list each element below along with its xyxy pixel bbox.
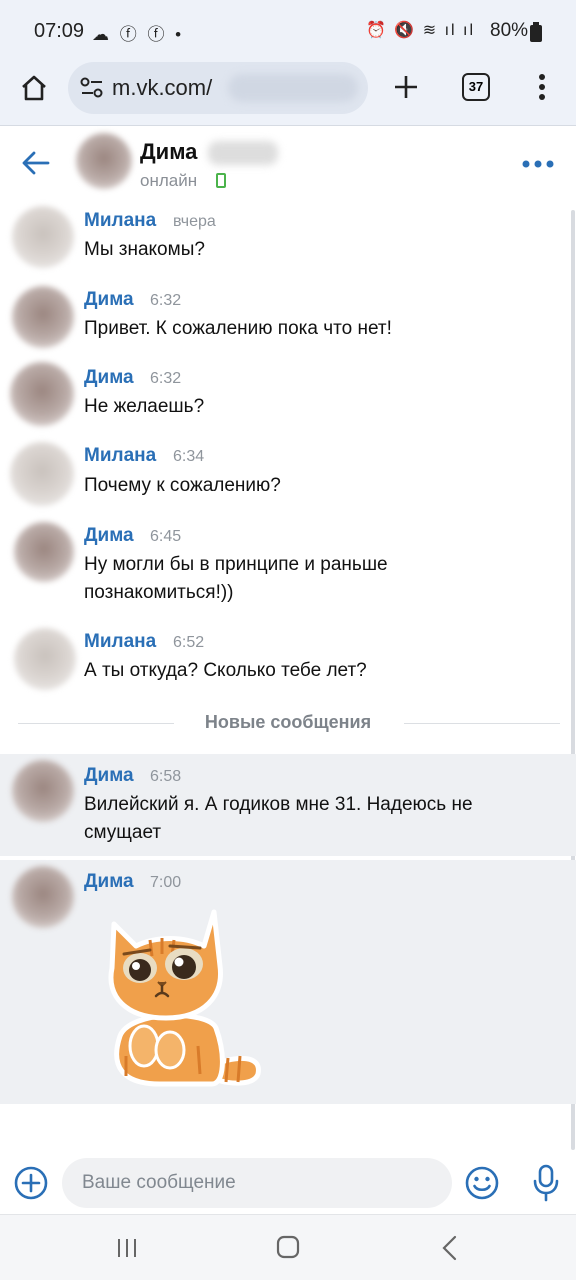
online-status: онлайн: [140, 171, 198, 190]
message-time: 6:32: [150, 292, 182, 309]
message-author[interactable]: Милана: [84, 631, 156, 653]
message-time: 6:45: [150, 528, 182, 545]
message-avatar[interactable]: [14, 522, 74, 582]
message-time: 6:32: [150, 370, 182, 387]
message-author[interactable]: Милана: [84, 445, 156, 467]
message-text: Вилейский я. А годиков мне 31. Надеюсь н…: [84, 794, 473, 843]
message-avatar[interactable]: [12, 866, 74, 928]
site-settings-icon[interactable]: [80, 77, 104, 99]
message-avatar[interactable]: [12, 206, 74, 268]
message-input-bar: [0, 1150, 576, 1214]
notification-icons: ☁ ⓕ ⓕ •: [92, 25, 185, 44]
tab-switcher-button[interactable]: 37: [462, 73, 490, 101]
message-input[interactable]: [62, 1158, 452, 1208]
mobile-online-icon: [216, 173, 226, 188]
message-text: Мы знакомы?: [84, 239, 205, 260]
message-item[interactable]: Дима 6:32 Привет. К сожалению пока что н…: [0, 280, 576, 356]
system-nav-bar: [0, 1214, 576, 1280]
status-time: 07:09: [34, 20, 85, 42]
message-text: Ну могли бы в принципе и раньше познаком…: [84, 554, 388, 603]
message-avatar[interactable]: [10, 442, 74, 506]
message-avatar[interactable]: [12, 760, 74, 822]
message-item[interactable]: Милана 6:52 А ты откуда? Сколько тебе ле…: [0, 622, 576, 698]
message-text: Привет. К сожалению пока что нет!: [84, 318, 392, 339]
message-author[interactable]: Дима: [84, 871, 134, 893]
message-text: А ты откуда? Сколько тебе лет?: [84, 660, 367, 681]
message-text: Почему к сожалению?: [84, 475, 281, 496]
message-time: 7:00: [150, 874, 182, 891]
message-time: 6:58: [150, 768, 182, 785]
emoji-icon[interactable]: [464, 1165, 500, 1201]
menu-icon[interactable]: [538, 73, 546, 101]
message-text: Не желаешь?: [84, 396, 205, 417]
recent-apps-icon[interactable]: [116, 1237, 138, 1259]
message-avatar[interactable]: [10, 362, 74, 426]
message-item[interactable]: Милана 6:34 Почему к сожалению?: [0, 436, 576, 514]
home-nav-icon[interactable]: [276, 1235, 300, 1259]
back-nav-icon[interactable]: [440, 1235, 460, 1261]
message-item[interactable]: Дима 6:32 Не желаешь?: [0, 358, 576, 434]
message-time: 6:52: [173, 634, 205, 651]
message-author[interactable]: Дима: [84, 765, 134, 787]
chat-header: Дима онлайн: [0, 127, 576, 199]
message-author[interactable]: Милана: [84, 210, 156, 232]
back-arrow-icon[interactable]: [22, 151, 50, 175]
battery-icon: [530, 22, 542, 42]
message-item-unread[interactable]: Дима 6:58 Вилейский я. А годиков мне 31.…: [0, 754, 576, 856]
header-avatar[interactable]: [76, 133, 132, 189]
battery-level: 80%: [490, 20, 529, 41]
url-text: m.vk.com/: [112, 75, 213, 100]
divider-line-right: [404, 723, 560, 724]
message-time: 6:34: [173, 448, 205, 465]
new-tab-icon[interactable]: [393, 74, 419, 100]
crying-cat-sticker[interactable]: [100, 906, 266, 1088]
chat-title[interactable]: Дима: [140, 139, 197, 165]
message-author[interactable]: Дима: [84, 289, 134, 311]
message-avatar[interactable]: [14, 628, 76, 690]
url-bar[interactable]: m.vk.com/: [68, 62, 368, 114]
message-author[interactable]: Дима: [84, 367, 134, 389]
home-icon[interactable]: [20, 74, 48, 102]
status-bar: 07:09 ☁ ⓕ ⓕ • ⏰ 🔇 ≋ ıl ıl 80%: [0, 0, 576, 62]
microphone-icon[interactable]: [532, 1164, 560, 1202]
browser-toolbar: m.vk.com/ 37: [0, 62, 576, 126]
url-redacted: [228, 74, 358, 102]
message-author[interactable]: Дима: [84, 525, 134, 547]
message-item[interactable]: Дима 6:45 Ну могли бы в принципе и раньш…: [0, 516, 576, 622]
system-icons: ⏰ 🔇 ≋ ıl ıl: [366, 22, 476, 39]
more-options-icon[interactable]: [522, 160, 554, 168]
surname-redacted: [208, 141, 278, 165]
message-avatar[interactable]: [12, 286, 74, 348]
message-item-unread[interactable]: Дима 7:00: [0, 860, 576, 1104]
add-attachment-icon[interactable]: [14, 1166, 48, 1200]
message-time: вчера: [173, 213, 216, 230]
message-item[interactable]: Милана вчера Мы знакомы?: [0, 200, 576, 278]
